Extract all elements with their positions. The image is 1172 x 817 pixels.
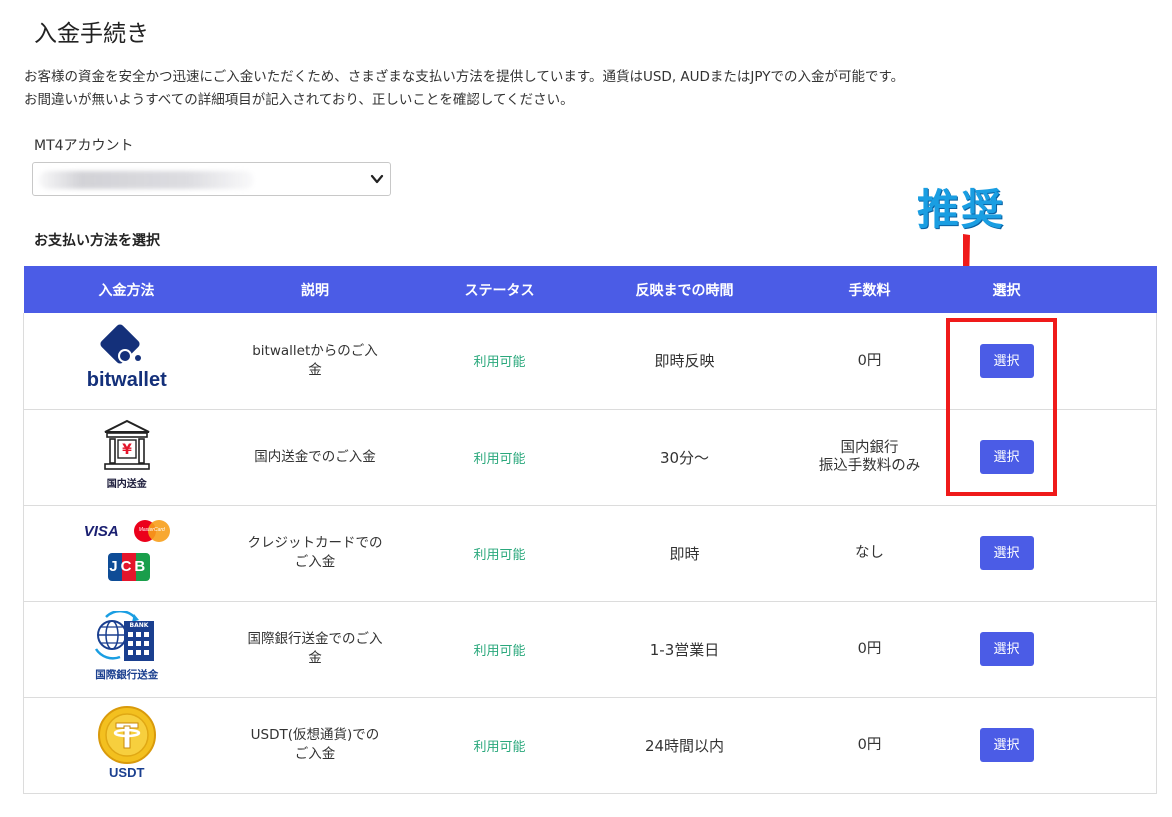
header-status: ステータス [400, 266, 599, 313]
select-cell: 選択 [968, 601, 1045, 698]
fee-cell: 0円 [770, 697, 969, 794]
spacer-cell [1044, 601, 1157, 698]
header-spacer [1044, 266, 1157, 313]
status-badge: 利用可能 [473, 739, 526, 755]
method-cell: BANK 国際銀行送金 [23, 601, 230, 698]
mastercard-logo-text: MasterCard [138, 527, 165, 533]
select-cell: 選択 [968, 505, 1045, 602]
bitwallet-logo-text: bitwallet [86, 368, 167, 391]
spacer-cell [1044, 697, 1157, 794]
bitwallet-logo: bitwallet [77, 323, 177, 395]
jcb-logo: JCB [107, 553, 150, 581]
header-time: 反映までの時間 [598, 266, 771, 313]
globe-bank-icon: BANK [94, 611, 154, 661]
usdt-coin-icon [97, 706, 156, 764]
header-desc: 説明 [229, 266, 401, 313]
method-cell: USDT [23, 697, 230, 794]
bank-sign-text: BANK [129, 622, 148, 629]
desc-cell: bitwalletからのご入金 [229, 313, 401, 410]
mastercard-logo: MasterCard [133, 520, 170, 542]
status-cell: 利用可能 [400, 601, 599, 698]
method-cell: VISA MasterCard JCB [23, 505, 230, 602]
bank-building-icon: ¥ [103, 419, 150, 470]
time-cell: 30分〜 [598, 409, 771, 506]
desc-cell: 国際銀行送金でのご入金 [229, 601, 401, 698]
usdt-logo: USDT [92, 706, 162, 780]
header-fee: 手数料 [770, 266, 969, 313]
status-badge: 利用可能 [473, 451, 526, 467]
bitwallet-mark-icon [100, 324, 141, 364]
table-row: USDT USDT(仮想通貨)でのご入金 利用可能 24時間以内 0円 選択 [23, 697, 1157, 794]
select-button-credit-card[interactable]: 選択 [979, 536, 1034, 570]
status-badge: 利用可能 [473, 547, 526, 563]
credit-card-logos: VISA MasterCard JCB [82, 517, 172, 585]
desc-cell: USDT(仮想通貨)でのご入金 [229, 697, 401, 794]
method-cell: bitwallet [23, 313, 230, 410]
method-cell: ¥ 国内送金 [23, 409, 230, 506]
status-cell: 利用可能 [400, 409, 599, 506]
table-header-row: 入金方法 説明 ステータス 反映までの時間 手数料 選択 [23, 266, 1157, 313]
time-cell: 即時反映 [598, 313, 771, 410]
select-button-usdt[interactable]: 選択 [979, 728, 1034, 762]
select-button-international[interactable]: 選択 [979, 632, 1034, 666]
time-cell: 24時間以内 [598, 697, 771, 794]
international-bank-caption: 国際銀行送金 [95, 669, 159, 681]
time-cell: 1-3営業日 [598, 601, 771, 698]
jcb-logo-text: JCB [109, 558, 149, 575]
spacer-cell [1044, 409, 1157, 506]
fee-cell: 0円 [770, 601, 969, 698]
domestic-bank-logo: ¥ 国内送金 [92, 419, 162, 491]
recommend-highlight-box [946, 318, 1057, 496]
status-badge: 利用可能 [473, 355, 526, 371]
spacer-cell [1044, 505, 1157, 602]
status-badge: 利用可能 [473, 643, 526, 659]
chevron-down-icon [370, 174, 384, 184]
header-select: 選択 [968, 266, 1045, 313]
account-value-redacted [39, 171, 254, 189]
intro-text: お客様の資金を安全かつ迅速にご入金いただくため、さまざまな支払い方法を提供してい… [24, 66, 904, 112]
international-bank-logo: BANK 国際銀行送金 [85, 611, 169, 683]
section-label: お支払い方法を選択 [34, 233, 160, 249]
usdt-caption: USDT [109, 765, 145, 780]
status-cell: 利用可能 [400, 697, 599, 794]
account-label: MT4アカウント [34, 138, 134, 154]
svg-text:¥: ¥ [122, 442, 132, 458]
desc-cell: 国内送金でのご入金 [229, 409, 401, 506]
fee-cell: なし [770, 505, 969, 602]
fee-cell: 国内銀行 振込手数料のみ [770, 409, 969, 506]
intro-line-2: お間違いが無いようすべての詳細項目が記入されており、正しいことを確認してください… [24, 92, 574, 108]
table-row: VISA MasterCard JCB クレジットカードでのご入金 利用可能 即… [23, 505, 1157, 602]
desc-cell: クレジットカードでのご入金 [229, 505, 401, 602]
domestic-bank-caption: 国内送金 [106, 479, 147, 490]
recommend-annotation: 推奨 [917, 185, 1006, 234]
fee-cell: 0円 [770, 313, 969, 410]
table-row: BANK 国際銀行送金 国際銀行送金でのご入金 利用可能 1-3営業日 0円 選… [23, 601, 1157, 698]
spacer-cell [1044, 313, 1157, 410]
select-cell: 選択 [968, 697, 1045, 794]
time-cell: 即時 [598, 505, 771, 602]
visa-logo: VISA [83, 523, 119, 540]
status-cell: 利用可能 [400, 505, 599, 602]
header-method: 入金方法 [23, 266, 230, 313]
page-title: 入金手続き [34, 21, 149, 47]
intro-line-1: お客様の資金を安全かつ迅速にご入金いただくため、さまざまな支払い方法を提供してい… [24, 69, 905, 85]
status-cell: 利用可能 [400, 313, 599, 410]
account-select[interactable] [32, 162, 391, 196]
